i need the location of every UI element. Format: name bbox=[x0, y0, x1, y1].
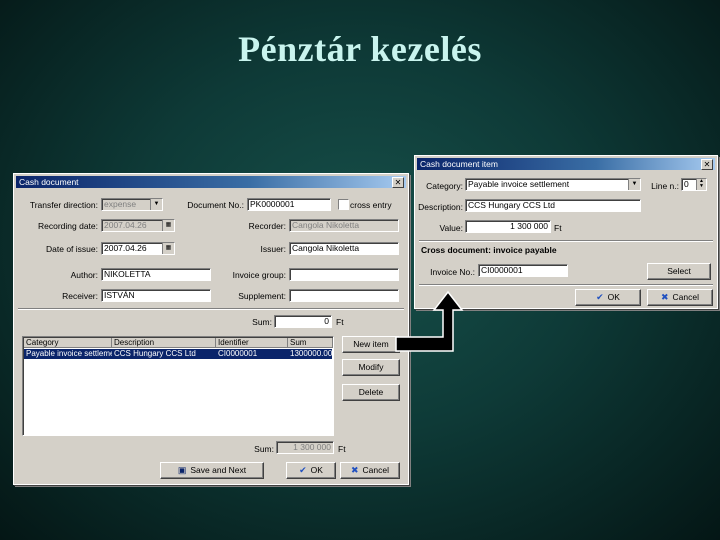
new-item-button[interactable]: New item bbox=[342, 336, 400, 353]
close-icon[interactable]: ✕ bbox=[392, 177, 404, 188]
value-input[interactable]: 1 300 000 bbox=[465, 220, 551, 233]
delete-button[interactable]: Delete bbox=[342, 384, 400, 401]
invoice-group-input[interactable] bbox=[289, 268, 399, 281]
modify-button[interactable]: Modify bbox=[342, 359, 400, 376]
table-row[interactable]: Payable invoice settlement CCS Hungary C… bbox=[24, 349, 332, 359]
cash-document-window: Cash document ✕ Transfer direction: expe… bbox=[13, 173, 409, 485]
ok-label: OK bbox=[310, 465, 323, 475]
column-header-sum[interactable]: Sum bbox=[288, 338, 333, 348]
cross-entry-checkbox[interactable] bbox=[338, 199, 349, 210]
calendar-icon[interactable]: ▦ bbox=[162, 243, 174, 254]
select-button[interactable]: Select bbox=[647, 263, 711, 280]
author-label: Author: bbox=[70, 270, 98, 280]
window-title: Cash document bbox=[19, 177, 79, 187]
value-label: Value: bbox=[439, 223, 463, 233]
chevron-down-icon[interactable]: ▼ bbox=[628, 179, 640, 190]
date-of-issue-value: 2007.04.26 bbox=[104, 243, 147, 253]
recorder-input[interactable]: Cangola Nikoletta bbox=[289, 219, 399, 232]
save-and-next-label: Save and Next bbox=[190, 465, 247, 475]
cash-item-window: Cash document item ✕ Category: Payable i… bbox=[414, 155, 718, 309]
stepper-arrows-icon[interactable]: ▲ ▼ bbox=[696, 179, 706, 190]
close-icon[interactable]: ✕ bbox=[701, 159, 713, 170]
cancel-x-icon: ✖ bbox=[350, 465, 359, 475]
receiver-input[interactable]: ISTVÁN bbox=[101, 289, 211, 302]
supplement-input[interactable] bbox=[289, 289, 399, 302]
column-header-description[interactable]: Description bbox=[112, 338, 216, 348]
slide-title: Pénztár kezelés bbox=[238, 29, 482, 69]
line-no-stepper[interactable]: 0 ▲ ▼ bbox=[681, 178, 707, 191]
save-and-next-button[interactable]: ▣ Save and Next bbox=[160, 462, 264, 479]
ok-button[interactable]: ✔ OK bbox=[286, 462, 336, 479]
transfer-direction-value: expense bbox=[104, 199, 137, 209]
chevron-down-icon[interactable]: ▼ bbox=[150, 199, 162, 210]
date-of-issue-input[interactable]: 2007.04.26 ▦ bbox=[101, 242, 175, 255]
cell-identifier: CI0000001 bbox=[218, 349, 258, 358]
issuer-label: Issuer: bbox=[260, 244, 286, 254]
cancel-button[interactable]: ✖ Cancel bbox=[340, 462, 400, 479]
recorder-label: Recorder: bbox=[248, 221, 286, 231]
ok-check-icon: ✔ bbox=[596, 292, 604, 302]
cell-category: Payable invoice settlement bbox=[26, 349, 112, 358]
sum-label: Sum: bbox=[252, 317, 272, 327]
supplement-label: Supplement: bbox=[238, 291, 286, 301]
ok-button[interactable]: ✔ OK bbox=[575, 289, 641, 306]
recording-date-input[interactable]: 2007.04.26 ▦ bbox=[101, 219, 175, 232]
window-title: Cash document item bbox=[420, 159, 498, 169]
cell-sum: 1300000.00 bbox=[290, 349, 333, 358]
cell-description: CCS Hungary CCS Ltd bbox=[114, 349, 196, 358]
author-input[interactable]: NIKOLETTA bbox=[101, 268, 211, 281]
ok-label: OK bbox=[607, 292, 620, 302]
description-label: Description: bbox=[418, 202, 463, 212]
invoice-group-label: Invoice group: bbox=[232, 270, 286, 280]
invoice-no-label: Invoice No.: bbox=[430, 267, 475, 277]
column-header-identifier[interactable]: Identifier bbox=[216, 338, 288, 348]
category-label: Category: bbox=[426, 181, 463, 191]
document-no-input[interactable]: PK0000001 bbox=[247, 198, 331, 211]
save-icon: ▣ bbox=[177, 465, 187, 475]
issuer-input[interactable]: Cangola Nikoletta bbox=[289, 242, 399, 255]
recording-date-value: 2007.04.26 bbox=[104, 220, 147, 230]
date-of-issue-label: Date of issue: bbox=[46, 244, 98, 254]
sum-currency: Ft bbox=[336, 317, 344, 327]
divider bbox=[419, 240, 713, 242]
recording-date-label: Recording date: bbox=[37, 221, 98, 231]
sum-total-currency: Ft bbox=[338, 444, 346, 454]
category-select[interactable]: Payable invoice settlement ▼ bbox=[465, 178, 641, 191]
transfer-direction-label: Transfer direction: bbox=[29, 200, 98, 210]
items-table[interactable]: Category Description Identifier Sum Paya… bbox=[22, 336, 334, 436]
cancel-x-icon: ✖ bbox=[660, 292, 669, 302]
invoice-no-input[interactable]: CI0000001 bbox=[478, 264, 568, 277]
cancel-label: Cancel bbox=[672, 292, 699, 302]
description-input[interactable]: CCS Hungary CCS Ltd bbox=[465, 199, 641, 212]
divider bbox=[419, 284, 713, 286]
receiver-label: Receiver: bbox=[62, 291, 98, 301]
transfer-direction-select[interactable]: expense ▼ bbox=[101, 198, 163, 211]
cancel-label: Cancel bbox=[362, 465, 389, 475]
cross-document-title: Cross document: invoice payable bbox=[421, 245, 557, 255]
cash-item-titlebar[interactable]: Cash document item ✕ bbox=[417, 158, 715, 170]
document-no-label: Document No.: bbox=[187, 200, 244, 210]
value-currency: Ft bbox=[554, 223, 562, 233]
sum-input[interactable]: 0 bbox=[274, 315, 332, 328]
column-header-category[interactable]: Category bbox=[24, 338, 112, 348]
sum-total-label: Sum: bbox=[254, 444, 274, 454]
cross-entry-label: cross entry bbox=[350, 200, 392, 210]
cancel-button[interactable]: ✖ Cancel bbox=[647, 289, 713, 306]
cash-document-titlebar[interactable]: Cash document ✕ bbox=[16, 176, 406, 188]
ok-check-icon: ✔ bbox=[299, 465, 307, 475]
line-no-value: 0 bbox=[684, 179, 689, 189]
line-no-label: Line n.: bbox=[651, 181, 679, 191]
calendar-icon[interactable]: ▦ bbox=[162, 220, 174, 231]
category-value: Payable invoice settlement bbox=[468, 179, 570, 189]
sum-total-input[interactable]: 1 300 000 bbox=[276, 441, 334, 454]
divider bbox=[18, 308, 404, 310]
